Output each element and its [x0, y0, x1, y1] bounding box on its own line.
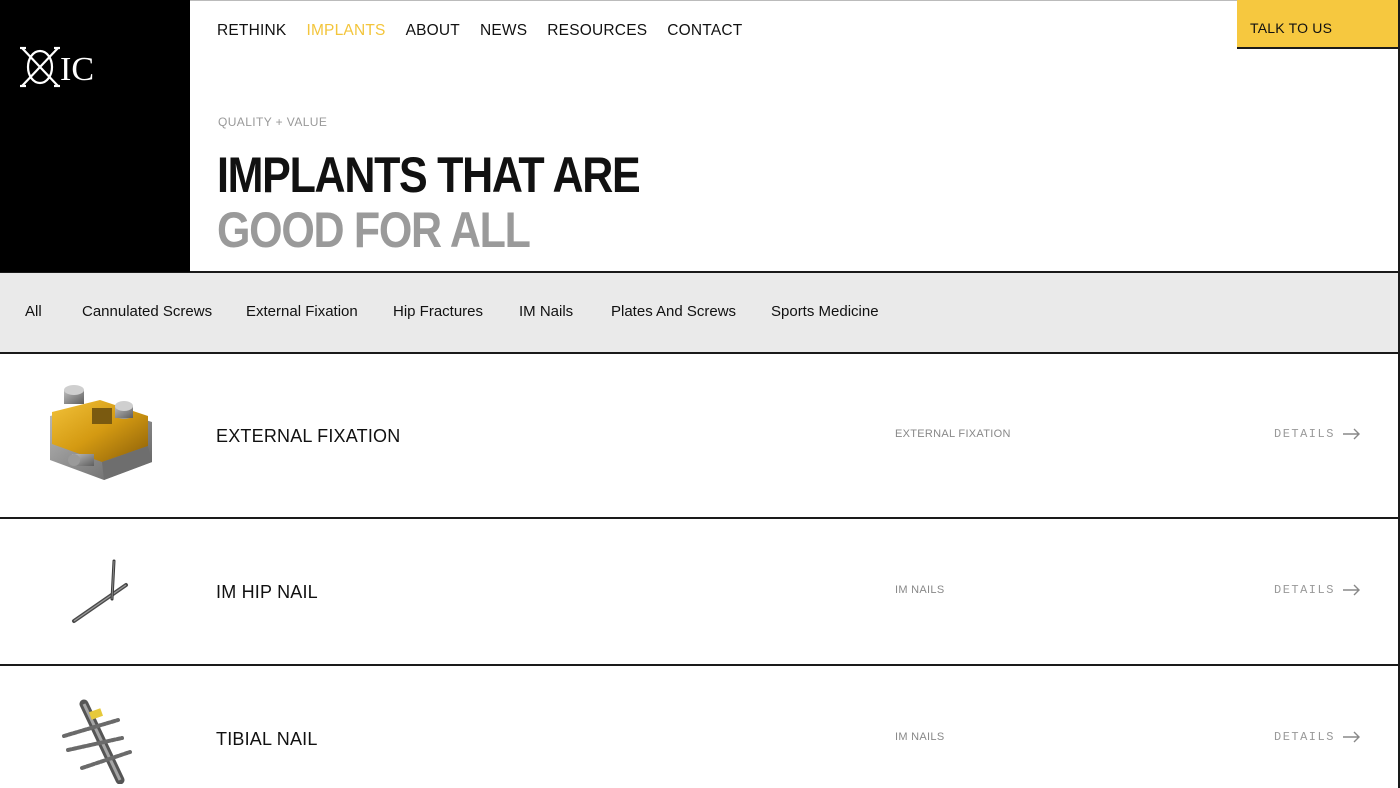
- filter-im-nails[interactable]: IM Nails: [519, 303, 573, 320]
- hero-title-line2: GOOD FOR ALL: [217, 202, 531, 258]
- filter-hip-fractures[interactable]: Hip Fractures: [393, 303, 483, 320]
- details-label: DETAILS: [1274, 730, 1335, 744]
- product-name[interactable]: IM HIP NAIL: [216, 582, 318, 603]
- product-category: EXTERNAL FIXATION: [895, 428, 1011, 440]
- nav-contact[interactable]: CONTACT: [667, 22, 742, 40]
- details-link[interactable]: DETAILS: [1274, 427, 1361, 441]
- filter-plates-and-screws[interactable]: Plates And Screws: [611, 303, 736, 320]
- nav-news[interactable]: NEWS: [480, 22, 527, 40]
- main-nav: RETHINK IMPLANTS ABOUT NEWS RESOURCES CO…: [217, 22, 742, 40]
- details-label: DETAILS: [1274, 427, 1335, 441]
- arrow-right-icon: [1342, 428, 1360, 440]
- logo-block: IC: [0, 0, 190, 272]
- product-row[interactable]: IM HIP NAIL IM NAILS DETAILS: [0, 519, 1398, 666]
- filter-all[interactable]: All: [25, 303, 42, 320]
- product-category: IM NAILS: [895, 731, 945, 743]
- details-label: DETAILS: [1274, 583, 1335, 597]
- details-link[interactable]: DETAILS: [1274, 730, 1361, 744]
- tibial-nail-image: [62, 699, 132, 784]
- nav-resources[interactable]: RESOURCES: [547, 22, 647, 40]
- details-link[interactable]: DETAILS: [1274, 583, 1361, 597]
- brand-logo[interactable]: IC: [20, 44, 104, 90]
- product-name[interactable]: TIBIAL NAIL: [216, 729, 318, 750]
- im-hip-nail-image: [72, 559, 128, 623]
- product-name[interactable]: EXTERNAL FIXATION: [216, 426, 400, 447]
- arrow-right-icon: [1342, 584, 1360, 596]
- svg-text:IC: IC: [60, 51, 94, 88]
- product-row[interactable]: TIBIAL NAIL IM NAILS DETAILS: [0, 666, 1398, 788]
- external-fixation-clamp-image: [50, 385, 152, 480]
- talk-to-us-button[interactable]: TALK TO US: [1237, 0, 1398, 49]
- hero-title-line1: IMPLANTS THAT ARE: [217, 147, 641, 203]
- product-category: IM NAILS: [895, 584, 945, 596]
- arrow-right-icon: [1342, 731, 1360, 743]
- nav-rethink[interactable]: RETHINK: [217, 22, 286, 40]
- nav-about[interactable]: ABOUT: [406, 22, 460, 40]
- category-filter-bar: All Cannulated Screws External Fixation …: [0, 273, 1398, 354]
- nav-implants[interactable]: IMPLANTS: [306, 22, 385, 40]
- product-row[interactable]: EXTERNAL FIXATION EXTERNAL FIXATION DETA…: [0, 354, 1398, 519]
- hero-eyebrow: QUALITY + VALUE: [218, 115, 328, 129]
- filter-external-fixation[interactable]: External Fixation: [246, 303, 358, 320]
- filter-cannulated-screws[interactable]: Cannulated Screws: [82, 303, 212, 320]
- site-header: IC RETHINK IMPLANTS ABOUT NEWS RESOURCES…: [0, 0, 1400, 273]
- filter-sports-medicine[interactable]: Sports Medicine: [771, 303, 879, 320]
